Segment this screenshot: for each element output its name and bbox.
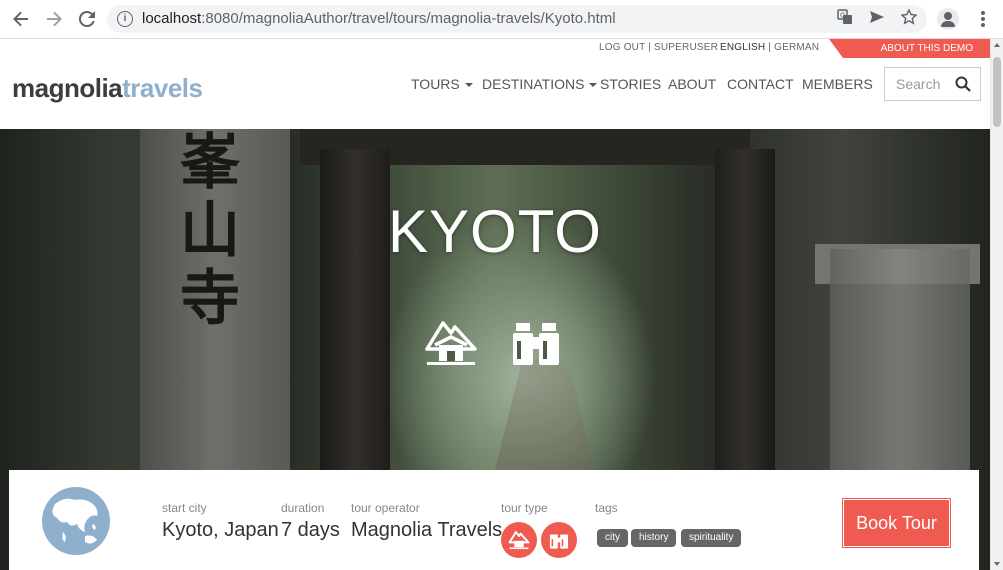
- start-city-value: Kyoto, Japan: [162, 519, 279, 541]
- forward-icon[interactable]: [42, 8, 66, 30]
- user-link[interactable]: SUPERUSER: [654, 42, 718, 53]
- browser-toolbar: i localhost:8080/magnoliaAuthor/travel/t…: [0, 0, 1003, 39]
- info-icon[interactable]: i: [117, 11, 133, 27]
- send-icon[interactable]: [868, 9, 886, 27]
- duration-value: 7 days: [281, 519, 340, 541]
- back-icon[interactable]: [9, 8, 33, 30]
- scroll-down-icon[interactable]: [994, 562, 1000, 566]
- lang-german[interactable]: GERMAN: [774, 42, 819, 53]
- tour-operator-label: tour operator: [351, 501, 420, 515]
- tag-spirituality[interactable]: spirituality: [681, 529, 742, 547]
- duration-label: duration: [281, 501, 325, 515]
- separator: |: [648, 42, 652, 53]
- duration: duration 7 days: [281, 501, 340, 542]
- scroll-up-icon[interactable]: [994, 43, 1000, 47]
- lang-english[interactable]: ENGLISH: [720, 42, 765, 53]
- user-links: LOG OUT | SUPERUSER: [599, 42, 718, 53]
- globe-icon: [42, 487, 110, 555]
- address-bar[interactable]: i localhost:8080/magnoliaAuthor/travel/t…: [107, 5, 927, 33]
- search-box: [884, 67, 981, 101]
- url-text[interactable]: localhost:8080/magnoliaAuthor/travel/tou…: [142, 10, 616, 27]
- tour-type-mountain-house-icon[interactable]: [501, 522, 537, 558]
- tags: tags: [595, 501, 618, 515]
- nav-contact[interactable]: CONTACT: [727, 76, 794, 92]
- logout-link[interactable]: LOG OUT: [599, 42, 645, 53]
- tag-history[interactable]: history: [631, 529, 677, 547]
- nav-destinations[interactable]: DESTINATIONS: [482, 76, 598, 92]
- language-switcher: ENGLISH | GERMAN: [720, 42, 819, 53]
- tags-label: tags: [595, 501, 618, 515]
- nav-stories[interactable]: STORIES: [600, 76, 661, 92]
- tag-city[interactable]: city: [597, 529, 628, 547]
- tour-info-card: start city Kyoto, Japan duration 7 days …: [9, 470, 979, 570]
- svg-text:G: G: [840, 12, 845, 20]
- nav-tours[interactable]: TOURS: [411, 76, 473, 92]
- search-icon[interactable]: [955, 76, 971, 92]
- tour-operator: tour operator Magnolia Travels: [351, 501, 502, 542]
- site-header: LOG OUT | SUPERUSER ENGLISH | GERMAN ABO…: [0, 39, 990, 129]
- nav-members[interactable]: MEMBERS: [802, 76, 873, 92]
- about-demo-ribbon[interactable]: ABOUT THIS DEMO: [829, 39, 990, 58]
- profile-icon[interactable]: [937, 8, 959, 30]
- site-logo[interactable]: magnoliatravels: [12, 73, 203, 104]
- reload-icon[interactable]: [75, 8, 99, 30]
- hero-title: KYOTO: [388, 198, 602, 265]
- tour-operator-value: Magnolia Travels: [351, 519, 503, 541]
- nav-about[interactable]: ABOUT: [668, 76, 716, 92]
- binoculars-icon: [513, 323, 559, 365]
- caret-down-icon: [589, 83, 598, 88]
- mountain-house-icon: [425, 321, 477, 365]
- translate-icon[interactable]: G: [836, 9, 854, 27]
- tour-type: tour type: [501, 501, 548, 515]
- search-input[interactable]: [885, 68, 955, 100]
- start-city: start city Kyoto, Japan: [162, 501, 279, 542]
- star-icon[interactable]: [900, 8, 918, 27]
- tour-type-label: tour type: [501, 501, 548, 515]
- menu-icon[interactable]: [975, 10, 991, 28]
- scroll-thumb[interactable]: [993, 57, 1001, 127]
- start-city-label: start city: [162, 501, 207, 515]
- book-tour-button[interactable]: Book Tour: [842, 498, 951, 548]
- tour-type-binoculars-icon[interactable]: [541, 522, 577, 558]
- caret-down-icon: [464, 83, 473, 88]
- separator: |: [768, 42, 772, 53]
- page-scrollbar[interactable]: [990, 39, 1003, 570]
